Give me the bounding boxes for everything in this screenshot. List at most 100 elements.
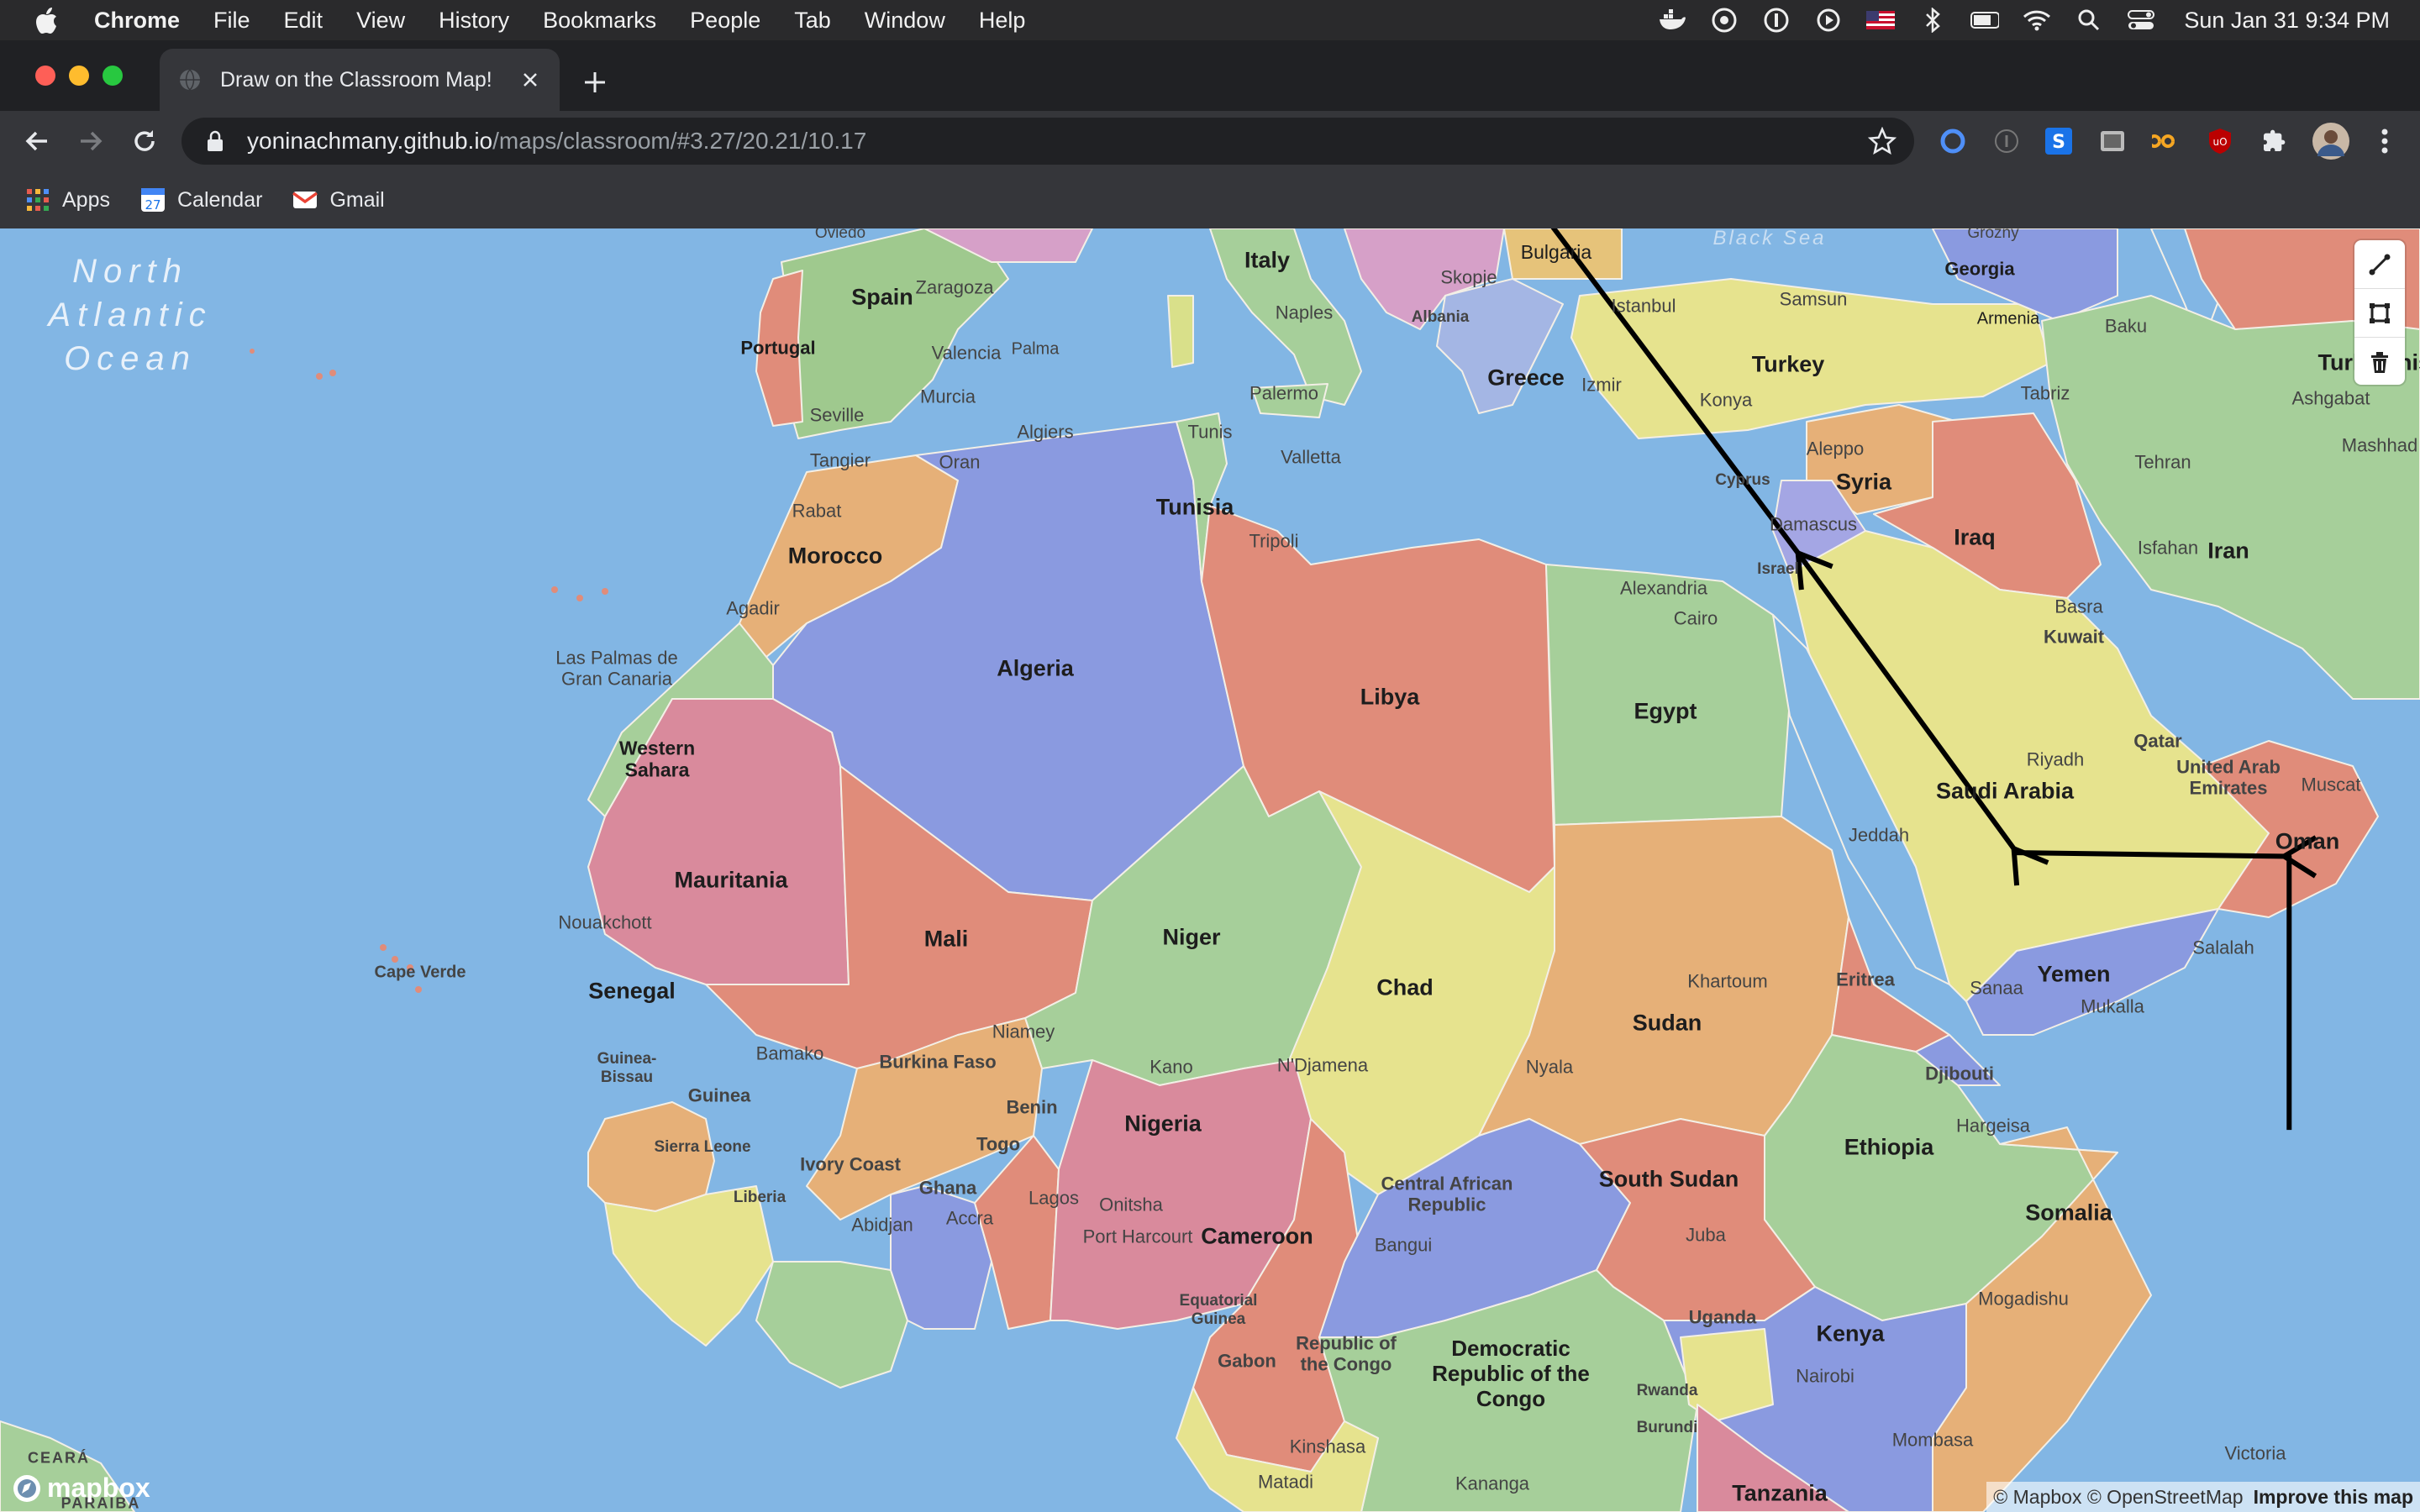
city-label-hargeisa: Hargeisa xyxy=(1955,1115,2031,1137)
country-label-mali: Mali xyxy=(923,926,969,952)
country-label-benin: Benin xyxy=(1006,1096,1058,1118)
address-bar[interactable]: yoninachmany.github.io/maps/classroom/#3… xyxy=(182,118,1914,165)
back-button[interactable] xyxy=(20,124,54,158)
docker-icon[interactable] xyxy=(1658,8,1686,33)
menu-file[interactable]: File xyxy=(213,8,250,34)
profile-avatar[interactable] xyxy=(2312,123,2349,160)
url-text[interactable]: yoninachmany.github.io/maps/classroom/#3… xyxy=(247,128,1865,155)
country-label-ivory-coast: Ivory Coast xyxy=(800,1153,901,1175)
spotlight-search-icon[interactable] xyxy=(2075,8,2103,33)
country-label-greece: Greece xyxy=(1487,365,1565,391)
country-label-georgia: Georgia xyxy=(1944,258,2015,280)
cloud-sync-icon[interactable] xyxy=(1710,8,1739,33)
battery-icon[interactable] xyxy=(1970,8,2000,33)
apple-menu-icon[interactable] xyxy=(34,5,64,35)
city-label-accra: Accra xyxy=(945,1207,994,1229)
country-label-nigeria: Nigeria xyxy=(1124,1110,1202,1137)
menu-window[interactable]: Window xyxy=(865,8,945,34)
city-label-tabriz: Tabriz xyxy=(2020,382,2070,404)
extension-blue-circle-icon[interactable] xyxy=(1938,126,1968,156)
extension-ublock-icon[interactable]: uO xyxy=(2205,126,2235,156)
country-label-syria: Syria xyxy=(1835,469,1892,495)
window-zoom-button[interactable] xyxy=(103,66,123,86)
city-label-salalah: Salalah xyxy=(2192,937,2254,958)
country-label-guinea: Guinea xyxy=(687,1084,751,1106)
city-label-jeddah: Jeddah xyxy=(1848,824,1910,846)
country-label-algeria: Algeria xyxy=(997,655,1074,681)
country-label-republic-of-the-congo: Republic of the Congo xyxy=(1296,1332,1397,1375)
menu-edit[interactable]: Edit xyxy=(284,8,324,34)
city-label-valencia: Valencia xyxy=(931,342,1002,364)
window-minimize-button[interactable] xyxy=(69,66,89,86)
play-icon[interactable] xyxy=(1814,8,1843,33)
bookmark-star-icon[interactable] xyxy=(1865,124,1899,158)
bookmark-apps[interactable]: Apps xyxy=(25,187,110,213)
city-label-onitsha: Onitsha xyxy=(1099,1194,1163,1215)
country-label-israel: Israel xyxy=(1757,560,1799,579)
polygon-tool-button[interactable] xyxy=(2354,289,2405,338)
city-label-tehran: Tehran xyxy=(2134,451,2191,473)
tab-classroom-map[interactable]: Draw on the Classroom Map! xyxy=(160,49,560,111)
extension-screenshot-icon[interactable] xyxy=(2097,126,2128,156)
control-center-icon[interactable] xyxy=(2127,8,2155,33)
city-label-ashgabat: Ashgabat xyxy=(2291,387,2370,409)
city-label-alexandria: Alexandria xyxy=(1620,577,1707,599)
mapbox-logo-icon xyxy=(13,1474,40,1502)
country-label-ethiopia: Ethiopia xyxy=(1844,1134,1934,1160)
city-label-riyadh: Riyadh xyxy=(2026,748,2085,770)
country-label-south-sudan: South Sudan xyxy=(1598,1166,1739,1192)
reload-button[interactable] xyxy=(128,124,161,158)
country-label-burundi: Burundi xyxy=(1636,1419,1698,1437)
url-path: /maps/classroom/#3.27/20.21/10.17 xyxy=(492,128,867,154)
country-label-kuwait: Kuwait xyxy=(2043,626,2105,648)
attribution-text[interactable]: © Mapbox © OpenStreetMap xyxy=(1993,1486,2243,1509)
chrome-menu-icon[interactable] xyxy=(2370,126,2400,156)
wifi-icon[interactable] xyxy=(2023,8,2051,33)
sea-label-black-sea: Black Sea xyxy=(1712,228,1827,250)
country-label-turkey: Turkey xyxy=(1751,351,1825,377)
menu-view[interactable]: View xyxy=(356,8,405,34)
password-manager-icon[interactable] xyxy=(1762,8,1791,33)
city-label-grozny: Grozny xyxy=(1967,228,2019,243)
city-label-muscat: Muscat xyxy=(2301,774,2361,795)
window-close-button[interactable] xyxy=(35,66,55,86)
city-label-bamako: Bamako xyxy=(755,1042,824,1064)
extension-info-icon[interactable] xyxy=(1991,126,2022,156)
country-label-niger: Niger xyxy=(1162,924,1221,950)
bookmark-gmail[interactable]: Gmail xyxy=(292,187,385,213)
improve-map-link[interactable]: Improve this map xyxy=(2254,1486,2413,1509)
menu-bookmarks[interactable]: Bookmarks xyxy=(543,8,656,34)
us-flag-icon[interactable] xyxy=(1866,8,1896,33)
country-label-chad: Chad xyxy=(1376,974,1434,1000)
country-label-somalia: Somalia xyxy=(2025,1200,2112,1226)
line-tool-button[interactable] xyxy=(2354,240,2405,289)
app-name-menu[interactable]: Chrome xyxy=(94,8,180,34)
bluetooth-icon[interactable] xyxy=(1918,8,1947,33)
country-label-iraq: Iraq xyxy=(1954,524,1996,550)
extensions-puzzle-icon[interactable] xyxy=(2259,126,2289,156)
classroom-map[interactable]: North Atlantic Ocean Black Sea Italy Bul… xyxy=(0,228,2420,1512)
bookmark-calendar[interactable]: 27 Calendar xyxy=(140,187,262,213)
menu-history[interactable]: History xyxy=(439,8,509,34)
menu-help[interactable]: Help xyxy=(979,8,1026,34)
country-label-cameroon: Cameroon xyxy=(1201,1223,1313,1249)
trash-tool-button[interactable] xyxy=(2354,338,2405,386)
city-label-cairo: Cairo xyxy=(1673,607,1718,629)
extension-s-icon[interactable]: S xyxy=(2044,126,2074,156)
country-label-guinea-bissau: Guinea-Bissau xyxy=(597,1050,657,1086)
city-label-lagos: Lagos xyxy=(1028,1187,1079,1209)
mapbox-logo[interactable]: mapbox xyxy=(12,1473,150,1504)
country-label-equatorial-guinea: Equatorial Guinea xyxy=(1179,1292,1258,1328)
city-label-nyala: Nyala xyxy=(1525,1056,1574,1078)
tab-close-icon[interactable] xyxy=(518,67,543,92)
menubar-clock[interactable]: Sun Jan 31 9:34 PM xyxy=(2184,8,2390,34)
menu-tab[interactable]: Tab xyxy=(794,8,831,34)
extension-infinity-icon[interactable] xyxy=(2151,126,2181,156)
forward-button[interactable] xyxy=(74,124,108,158)
country-label-saudi-arabia: Saudi Arabia xyxy=(1935,778,2075,804)
country-label-senegal: Senegal xyxy=(588,978,676,1004)
gmail-icon xyxy=(292,187,318,213)
lock-icon[interactable] xyxy=(203,129,227,153)
menu-people[interactable]: People xyxy=(690,8,760,34)
new-tab-button[interactable] xyxy=(578,66,612,99)
